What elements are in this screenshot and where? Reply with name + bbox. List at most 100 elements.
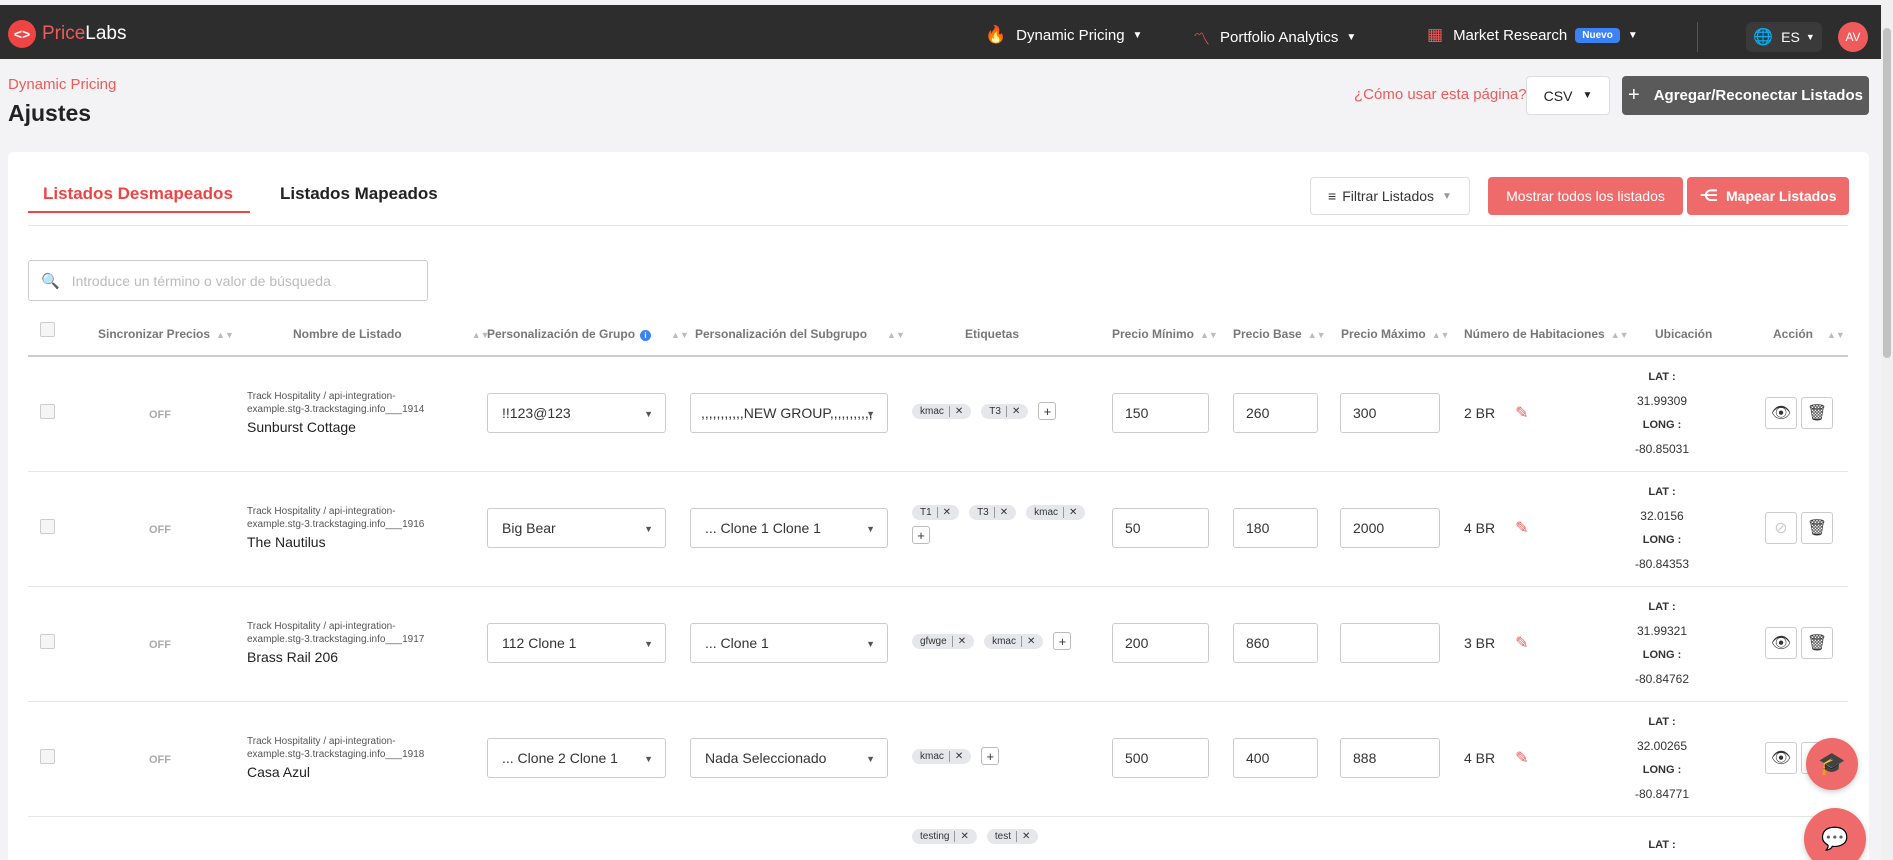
help-link[interactable]: ¿Cómo usar esta página? (1354, 86, 1527, 103)
brand-logo[interactable]: <> PriceLabs (8, 20, 127, 48)
add-reconnect-listings-button[interactable]: + Agregar/Reconectar Listados (1622, 76, 1869, 115)
sort-icon: ▲▼ (1827, 330, 1845, 340)
min-price-input[interactable]: 150 (1112, 393, 1209, 433)
tag-chip[interactable]: testing ✕ (912, 829, 977, 844)
min-price-input[interactable]: 50 (1112, 508, 1209, 548)
listing-name: Sunburst Cottage (247, 419, 356, 435)
edit-pencil-icon[interactable]: ✎ (1515, 518, 1528, 538)
caret-down-icon: ▼ (866, 524, 875, 534)
page-scrollbar[interactable] (1881, 0, 1893, 860)
base-price-input[interactable]: 400 (1233, 738, 1318, 778)
max-price-input[interactable]: 2000 (1340, 508, 1440, 548)
row-checkbox[interactable] (40, 634, 55, 649)
edit-pencil-icon[interactable]: ✎ (1515, 403, 1528, 423)
add-tag-button[interactable]: + (1053, 632, 1072, 650)
location-cell: LAT :32.00265 LONG : -80.84771 (1634, 716, 1690, 801)
row-checkbox[interactable] (40, 519, 55, 534)
scrollbar-thumb[interactable] (1883, 28, 1891, 358)
map-listings-button[interactable]: ⋲ Mapear Listados (1687, 177, 1849, 215)
tag-chip[interactable]: kmac ✕ (912, 403, 972, 419)
tag-chip[interactable]: T3 ✕ (969, 505, 1017, 520)
min-price-input[interactable]: 500 (1112, 738, 1209, 778)
column-header-rooms[interactable]: Número de Habitaciones ▲▼ (1464, 327, 1629, 341)
add-tag-button[interactable]: + (1038, 402, 1057, 420)
caret-down-icon: ▼ (1627, 29, 1638, 41)
column-header-name[interactable]: Nombre de Listado ▲▼ (293, 327, 490, 341)
caret-down-icon: ▼ (1346, 32, 1357, 43)
row-checkbox[interactable] (40, 749, 55, 764)
column-header-max-price[interactable]: Precio Máximo ▲▼ (1341, 327, 1450, 341)
sort-icon: ▲▼ (216, 330, 234, 340)
row-checkbox[interactable] (40, 404, 55, 419)
nav-dynamic-pricing[interactable]: 🔥 Dynamic Pricing ▼ (985, 25, 1142, 45)
subgroup-select[interactable]: ... Clone 1 Clone 1 ▼ (690, 508, 888, 548)
tag-chip[interactable]: T1 ✕ (912, 505, 960, 520)
table-row: OFF Track Hospitality / api-integration-… (28, 587, 1848, 702)
group-select[interactable]: !!123@123 ▼ (487, 393, 666, 433)
delete-listing-button[interactable]: 🗑 (1801, 512, 1833, 544)
min-price-input[interactable]: 200 (1112, 623, 1209, 663)
column-header-sync[interactable]: Sincronizar Precios ▲▼ (98, 327, 234, 341)
filter-listings-button[interactable]: ≡ Filtrar Listados ▼ (1310, 177, 1470, 215)
search-box[interactable]: 🔍 (28, 260, 428, 301)
column-header-min-price[interactable]: Precio Mínimo ▲▼ (1112, 327, 1218, 341)
max-price-input[interactable]: 300 (1340, 393, 1440, 433)
sync-status[interactable]: OFF (149, 524, 171, 536)
delete-listing-button[interactable]: 🗑 (1801, 627, 1833, 659)
edit-pencil-icon[interactable]: ✎ (1515, 748, 1528, 768)
column-header-subgroup[interactable]: Personalización del Subgrupo ▲▼ (695, 327, 905, 341)
nav-portfolio-analytics[interactable]: 〽 Portfolio Analytics ▼ (1193, 25, 1356, 50)
show-all-listings-button[interactable]: Mostrar todos los listados (1488, 177, 1683, 215)
listing-source: Track Hospitality / api-integration-exam… (247, 621, 425, 645)
max-price-input[interactable]: 888 (1340, 738, 1440, 778)
sync-status[interactable]: OFF (149, 754, 171, 766)
language-selector[interactable]: 🌐 ES ▼ (1746, 22, 1822, 52)
tag-chip[interactable]: T3 ✕ (981, 403, 1029, 419)
tag-chip[interactable]: test ✕ (986, 829, 1039, 844)
group-select[interactable]: ... Clone 2 Clone 1 ▼ (487, 738, 666, 778)
nav-market-research[interactable]: ▦ Market Research Nuevo ▼ (1427, 25, 1638, 45)
caret-down-icon: ▼ (866, 409, 875, 419)
add-tag-button[interactable]: + (912, 526, 930, 544)
search-input[interactable] (71, 272, 412, 289)
tutorial-button[interactable]: 🎓 (1806, 738, 1858, 790)
group-select[interactable]: 112 Clone 1 ▼ (487, 623, 666, 663)
column-header-base-price[interactable]: Precio Base ▲▼ (1233, 327, 1326, 341)
tag-chip[interactable]: kmac ✕ (984, 633, 1044, 649)
show-listing-button[interactable]: ⊘ (1765, 512, 1797, 544)
max-price-input[interactable] (1340, 623, 1440, 663)
tag-chip[interactable]: gfwge ✕ (912, 633, 975, 649)
listing-name: Casa Azul (247, 764, 311, 780)
tab-unmapped-listings[interactable]: Listados Desmapeados (43, 184, 233, 214)
column-header-tags: Etiquetas (965, 327, 1020, 341)
sync-status[interactable]: OFF (149, 409, 171, 421)
select-all-checkbox[interactable] (40, 322, 55, 337)
remove-tag-icon: ✕ (954, 831, 969, 842)
view-listing-button[interactable]: 👁 (1765, 627, 1797, 659)
view-listing-button[interactable]: 👁 (1765, 397, 1797, 429)
sort-icon: ▲▼ (1610, 330, 1629, 340)
base-price-input[interactable]: 260 (1233, 393, 1318, 433)
caret-down-icon: ▼ (866, 754, 875, 764)
group-select[interactable]: Big Bear ▼ (487, 508, 666, 548)
user-avatar[interactable]: AV (1838, 22, 1868, 52)
breadcrumb[interactable]: Dynamic Pricing (8, 76, 116, 93)
sort-icon: ▲▼ (1431, 330, 1450, 340)
info-icon: i (640, 330, 652, 341)
column-header-group[interactable]: Personalización de Grupo i ▲▼ (487, 327, 689, 341)
base-price-input[interactable]: 860 (1233, 623, 1318, 663)
sync-status[interactable]: OFF (149, 639, 171, 651)
subgroup-select[interactable]: ... Clone 1 ▼ (690, 623, 888, 663)
base-price-input[interactable]: 180 (1233, 508, 1318, 548)
add-tag-button[interactable]: + (981, 747, 1000, 765)
tag-chip[interactable]: kmac ✕ (1026, 505, 1086, 520)
edit-pencil-icon[interactable]: ✎ (1515, 633, 1528, 653)
export-format-select[interactable]: CSV ▼ (1526, 76, 1610, 115)
subgroup-select[interactable]: ,,,,,,,,,,,NEW GROUP,,,,,,,,,,, ▼ (690, 393, 888, 433)
delete-listing-button[interactable]: 🗑 (1801, 397, 1833, 429)
sort-icon: ▲▼ (887, 330, 905, 340)
tag-chip[interactable]: kmac ✕ (912, 748, 972, 764)
view-listing-button[interactable]: 👁 (1765, 742, 1797, 774)
subgroup-select[interactable]: Nada Seleccionado ▼ (690, 738, 888, 778)
tab-mapped-listings[interactable]: Listados Mapeados (280, 184, 438, 214)
